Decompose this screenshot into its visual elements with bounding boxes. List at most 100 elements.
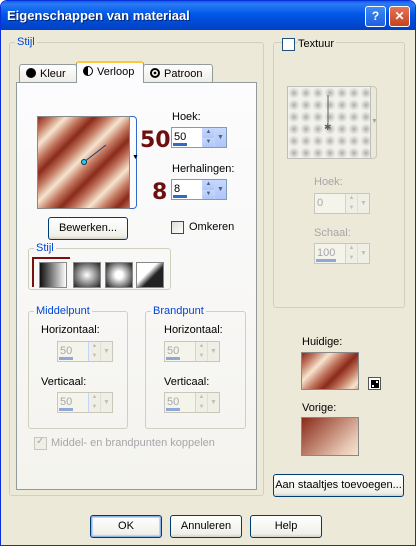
hoek-stepper[interactable]: 50 ▲ ▼ ▼ — [171, 127, 227, 148]
chevron-down-icon[interactable]: ▼ — [357, 194, 369, 213]
hoek-big-number: 50 — [140, 128, 171, 153]
chevron-down-icon[interactable]: ▼ — [100, 342, 112, 361]
herhalingen-big-number: 8 — [152, 180, 168, 205]
herhalingen-stepper[interactable]: 8 ▲ ▼ ▼ — [171, 179, 227, 200]
middelpunt-legend: Middelpunt — [36, 305, 90, 317]
brandpunt-horizontaal-stepper[interactable]: 50 ▲ ▼ ▼ — [164, 341, 220, 362]
brandpunt-horizontaal-label: Horizontaal: — [164, 324, 223, 336]
brandpunt-verticaal-value[interactable]: 50 — [167, 396, 179, 408]
bewerken-button[interactable]: Bewerken... — [48, 217, 128, 240]
dialog-client: Stijl Kleur Verloop Patroon ▼ Hoek: 50 5… — [4, 30, 412, 543]
chevron-down-icon[interactable]: ▼ — [100, 393, 112, 412]
spin-down-icon[interactable]: ▼ — [89, 402, 100, 412]
sunburst-style-button[interactable] — [136, 262, 164, 288]
texture-angle-icon[interactable]: ✱ — [288, 87, 372, 160]
koppelen-checkbox[interactable]: ✓ — [34, 436, 47, 450]
herhalingen-level-bar — [173, 195, 187, 198]
koppelen-label: Middel- en brandpunten koppelen — [51, 437, 215, 449]
linear-style-button[interactable] — [39, 262, 67, 288]
middelpunt-verticaal-label: Verticaal: — [41, 376, 87, 388]
brandpunt-verticaal-stepper[interactable]: 50 ▲ ▼ ▼ — [164, 392, 220, 413]
gradient-preview[interactable] — [37, 116, 130, 209]
textuur-label: Textuur — [298, 38, 337, 50]
chevron-down-icon[interactable]: ▼ — [207, 393, 219, 412]
chevron-down-icon[interactable]: ▼ — [214, 128, 226, 147]
textuur-hoek-stepper[interactable]: 0 ▲ ▼ ▼ — [314, 193, 370, 214]
spin-down-icon[interactable]: ▼ — [203, 137, 214, 147]
textuur-checkbox[interactable] — [282, 38, 295, 51]
middelpunt-verticaal-stepper[interactable]: 50 ▲ ▼ ▼ — [57, 392, 113, 413]
help-button[interactable]: Help — [250, 515, 322, 538]
tab-verloop-label: Verloop — [97, 66, 135, 78]
pattern-icon — [150, 68, 160, 78]
middelpunt-verticaal-value[interactable]: 50 — [60, 396, 72, 408]
spin-down-icon[interactable]: ▼ — [203, 189, 214, 199]
dialog-window: Eigenschappen van materiaal ? ✕ Stijl Kl… — [0, 0, 416, 546]
spin-down-icon[interactable]: ▼ — [346, 253, 357, 263]
swap-icon[interactable] — [368, 377, 381, 390]
herhalingen-value[interactable]: 8 — [174, 183, 180, 195]
spin-down-icon[interactable]: ▼ — [196, 402, 207, 412]
chevron-down-icon[interactable]: ▼ — [357, 244, 369, 263]
chevron-down-icon[interactable]: ▼ — [214, 180, 226, 199]
huidige-label: Huidige: — [302, 336, 343, 348]
hoek-level-bar — [173, 143, 187, 146]
spin-down-icon[interactable]: ▼ — [196, 351, 207, 361]
radial-style-button[interactable] — [105, 262, 133, 288]
gradient-style-legend: Stijl — [36, 242, 54, 254]
spin-up-icon[interactable]: ▲ — [346, 244, 357, 254]
chevron-down-icon[interactable]: ▼ — [371, 118, 378, 125]
spin-up-icon[interactable]: ▲ — [203, 180, 214, 190]
tab-kleur[interactable]: Kleur — [19, 64, 77, 83]
aan-staaltjes-button[interactable]: Aan staaltjes toevoegen... — [273, 474, 404, 497]
preview-dropdown-frame[interactable] — [130, 116, 137, 209]
tab-patroon-label: Patroon — [164, 68, 203, 80]
window-title: Eigenschappen van materiaal — [7, 8, 190, 23]
check-icon: ✓ — [36, 436, 45, 447]
hoek-label: Hoek: — [172, 111, 201, 123]
textuur-schaal-stepper[interactable]: 100 ▲ ▼ ▼ — [314, 243, 370, 264]
textuur-hoek-value[interactable]: 0 — [317, 197, 323, 209]
spin-up-icon[interactable]: ▲ — [196, 342, 207, 352]
spin-up-icon[interactable]: ▲ — [89, 342, 100, 352]
middelpunt-horizontaal-stepper[interactable]: 50 ▲ ▼ ▼ — [57, 341, 113, 362]
brandpunt-verticaal-bar — [166, 408, 180, 411]
middelpunt-horizontaal-value[interactable]: 50 — [60, 345, 72, 357]
stijl-legend: Stijl — [17, 36, 35, 48]
circle-icon — [26, 68, 36, 78]
brandpunt-legend: Brandpunt — [153, 305, 204, 317]
middelpunt-verticaal-bar — [59, 408, 73, 411]
tab-patroon[interactable]: Patroon — [143, 64, 213, 83]
omkeren-checkbox[interactable] — [171, 221, 184, 234]
spin-up-icon[interactable]: ▲ — [196, 393, 207, 403]
ok-button[interactable]: OK — [90, 515, 162, 538]
angle-handle-icon[interactable] — [38, 117, 129, 208]
spin-up-icon[interactable]: ▲ — [346, 194, 357, 204]
spin-down-icon[interactable]: ▼ — [89, 351, 100, 361]
herhalingen-label: Herhalingen: — [172, 163, 235, 175]
textuur-hoek-label: Hoek: — [314, 176, 343, 188]
textuur-schaal-bar — [316, 259, 336, 262]
chevron-down-icon[interactable]: ▼ — [132, 154, 139, 161]
brandpunt-horizontaal-value[interactable]: 50 — [167, 345, 179, 357]
brandpunt-horizontaal-bar — [166, 357, 180, 360]
spin-up-icon[interactable]: ▲ — [89, 393, 100, 403]
spin-down-icon[interactable]: ▼ — [346, 203, 357, 213]
tab-verloop[interactable]: Verloop — [76, 61, 144, 83]
textuur-schaal-value[interactable]: 100 — [317, 247, 335, 259]
annuleren-button[interactable]: Annuleren — [170, 515, 242, 538]
chevron-down-icon[interactable]: ▼ — [207, 342, 219, 361]
previous-swatch[interactable] — [301, 417, 359, 456]
vorige-label: Vorige: — [302, 402, 337, 414]
current-swatch — [301, 352, 359, 390]
rectangular-style-button[interactable] — [73, 262, 101, 288]
help-title-button[interactable]: ? — [365, 6, 386, 27]
textuur-group — [273, 42, 405, 308]
texture-preview[interactable]: ✱ — [287, 86, 371, 159]
omkeren-label: Omkeren — [189, 221, 235, 233]
tab-kleur-label: Kleur — [40, 68, 66, 80]
title-bar[interactable]: Eigenschappen van materiaal ? ✕ — [1, 1, 415, 30]
close-button[interactable]: ✕ — [389, 6, 410, 27]
hoek-value[interactable]: 50 — [174, 131, 186, 143]
spin-up-icon[interactable]: ▲ — [203, 128, 214, 138]
